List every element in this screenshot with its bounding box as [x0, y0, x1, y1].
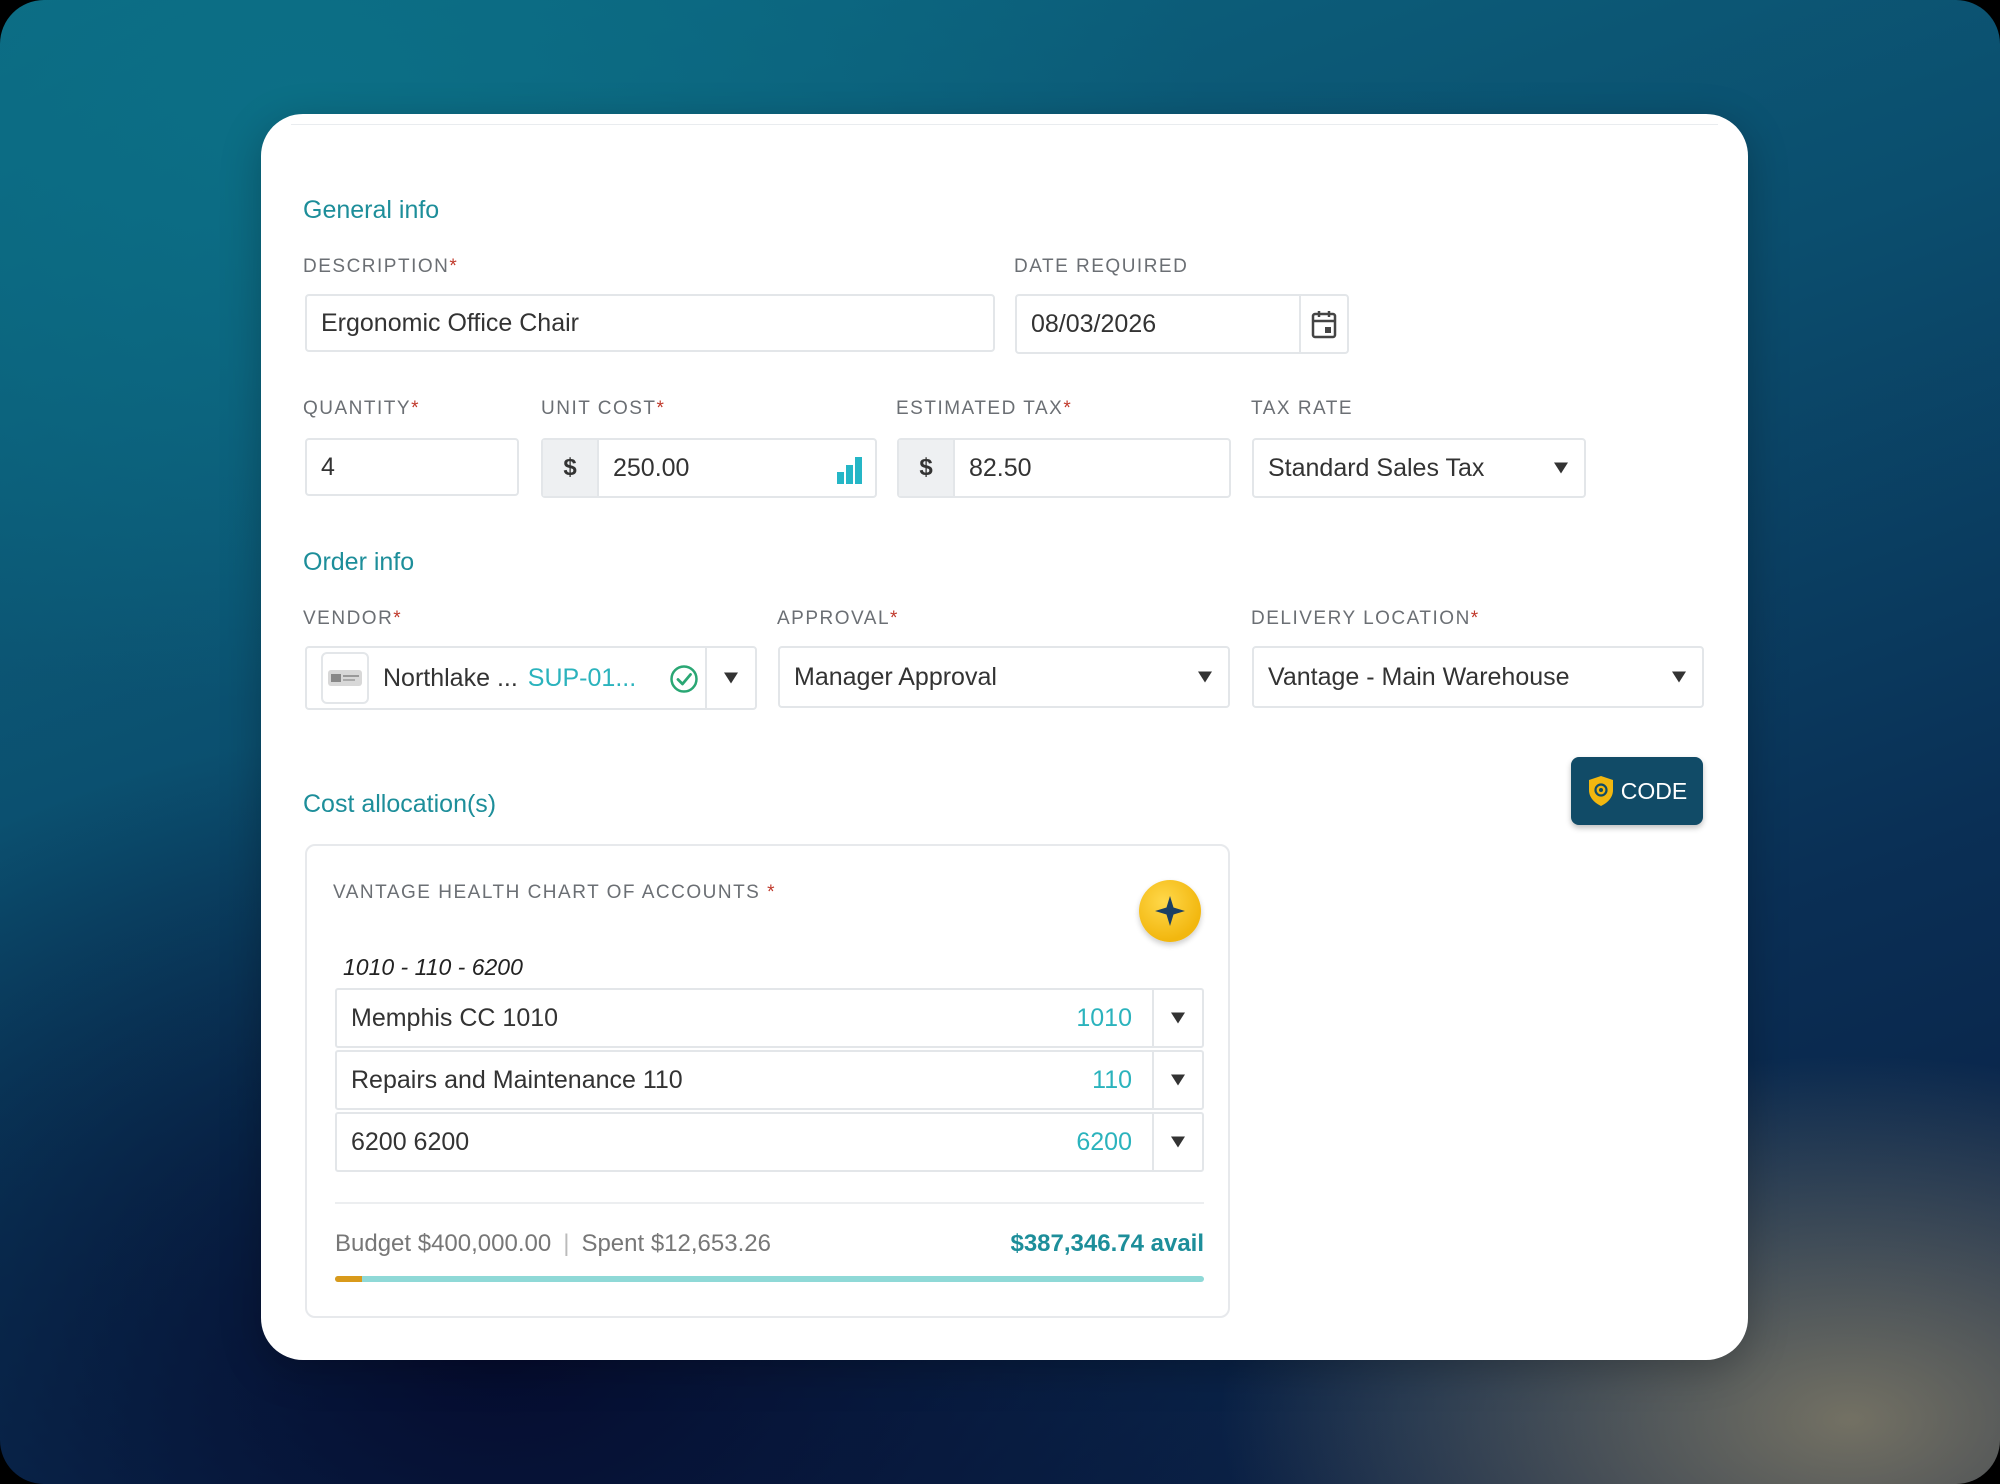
vendor-code: SUP-01...	[527, 663, 637, 692]
budget-progress-bar	[335, 1276, 1204, 1282]
shield-icon	[1588, 776, 1613, 806]
spent-amount: Spent $12,653.26	[581, 1230, 771, 1257]
description-label: DESCRIPTION*	[303, 256, 459, 277]
date-required-input[interactable]: 08/03/2026	[1015, 294, 1349, 354]
segment-name: Memphis CC 1010	[351, 1003, 559, 1032]
estimated-tax-value: 82.50	[969, 453, 1032, 482]
code-button[interactable]: CODE	[1571, 757, 1703, 825]
vendor-select[interactable]: Northlake ... SUP-01...	[305, 646, 757, 710]
approval-value: Manager Approval	[794, 662, 997, 691]
segment-name: Repairs and Maintenance 110	[351, 1065, 683, 1094]
quantity-input[interactable]: 4	[305, 438, 519, 496]
date-value: 08/03/2026	[1031, 309, 1157, 338]
quantity-value: 4	[321, 452, 335, 481]
estimated-tax-label: ESTIMATED TAX*	[896, 398, 1073, 419]
vendor-dropdown-toggle[interactable]	[705, 648, 755, 708]
sparkle-icon	[1155, 896, 1185, 926]
segment-dropdown-toggle[interactable]	[1152, 990, 1202, 1046]
chevron-down-icon	[724, 672, 738, 684]
segment-select-3[interactable]: 6200 6200 6200	[335, 1112, 1204, 1172]
available-amount: $387,346.74 avail	[1010, 1230, 1204, 1257]
chevron-down-icon	[1554, 462, 1568, 474]
code-button-label: CODE	[1620, 777, 1688, 804]
delivery-location-value: Vantage - Main Warehouse	[1268, 662, 1570, 691]
section-title-general: General info	[303, 196, 440, 224]
vendor-logo	[321, 652, 369, 704]
unit-cost-label: UNIT COST*	[541, 398, 666, 419]
allocation-divider	[335, 1202, 1204, 1204]
segment-dropdown-toggle[interactable]	[1152, 1114, 1202, 1170]
estimated-tax-input[interactable]: $ 82.50	[897, 438, 1231, 498]
delivery-location-select[interactable]: Vantage - Main Warehouse	[1252, 646, 1704, 708]
unit-cost-input[interactable]: $ 250.00	[541, 438, 877, 498]
unit-cost-value: 250.00	[613, 453, 690, 482]
segment-code: 6200	[1076, 1127, 1132, 1156]
calendar-button[interactable]	[1299, 296, 1347, 352]
chart-of-accounts-label: VANTAGE HEALTH CHART OF ACCOUNTS *	[333, 882, 777, 903]
delivery-location-label: DELIVERY LOCATION*	[1251, 608, 1480, 629]
price-history-chart-icon[interactable]	[835, 454, 865, 486]
segment-code: 1010	[1076, 1003, 1132, 1032]
tax-rate-select[interactable]: Standard Sales Tax	[1252, 438, 1586, 498]
chevron-down-icon	[1171, 1136, 1185, 1148]
budget-amount: Budget $400,000.00	[335, 1230, 552, 1257]
vendor-name: Northlake ...	[383, 663, 518, 692]
requisition-form-card: General info DESCRIPTION* Ergonomic Offi…	[261, 114, 1748, 1360]
budget-summary: Budget $400,000.00 | Spent $12,653.26 $3…	[335, 1230, 1204, 1258]
card-divider	[291, 124, 1718, 125]
chevron-down-icon	[1171, 1012, 1185, 1024]
chevron-down-icon	[1672, 671, 1686, 683]
cost-allocation-panel: VANTAGE HEALTH CHART OF ACCOUNTS * 1010 …	[305, 844, 1230, 1318]
vendor-logo-icon	[328, 670, 362, 686]
currency-prefix: $	[899, 440, 955, 496]
segment-code: 110	[1092, 1065, 1132, 1094]
approval-select[interactable]: Manager Approval	[778, 646, 1230, 708]
verified-check-icon	[670, 665, 698, 693]
budget-separator: |	[563, 1230, 570, 1257]
currency-prefix: $	[543, 440, 599, 496]
chevron-down-icon	[1198, 671, 1212, 683]
segment-select-2[interactable]: Repairs and Maintenance 110 110	[335, 1050, 1204, 1110]
ai-suggest-button[interactable]	[1139, 880, 1201, 942]
section-title-order: Order info	[303, 548, 415, 576]
budget-progress-fill	[335, 1276, 363, 1282]
approval-label: APPROVAL*	[777, 608, 899, 629]
date-required-label: DATE REQUIRED	[1014, 256, 1189, 277]
quantity-label: QUANTITY*	[303, 398, 420, 419]
description-value: Ergonomic Office Chair	[321, 308, 579, 337]
vendor-label: VENDOR*	[303, 608, 403, 629]
description-input[interactable]: Ergonomic Office Chair	[305, 294, 995, 352]
tax-rate-label: TAX RATE	[1251, 398, 1354, 419]
chevron-down-icon	[1171, 1074, 1185, 1086]
segment-name: 6200 6200	[351, 1127, 470, 1156]
section-title-cost-allocation: Cost allocation(s)	[303, 790, 497, 818]
segment-select-1[interactable]: Memphis CC 1010 1010	[335, 988, 1204, 1048]
tax-rate-value: Standard Sales Tax	[1268, 453, 1485, 482]
calendar-icon	[1311, 311, 1337, 339]
account-code-path: 1010 - 110 - 6200	[343, 954, 523, 980]
segment-dropdown-toggle[interactable]	[1152, 1052, 1202, 1108]
